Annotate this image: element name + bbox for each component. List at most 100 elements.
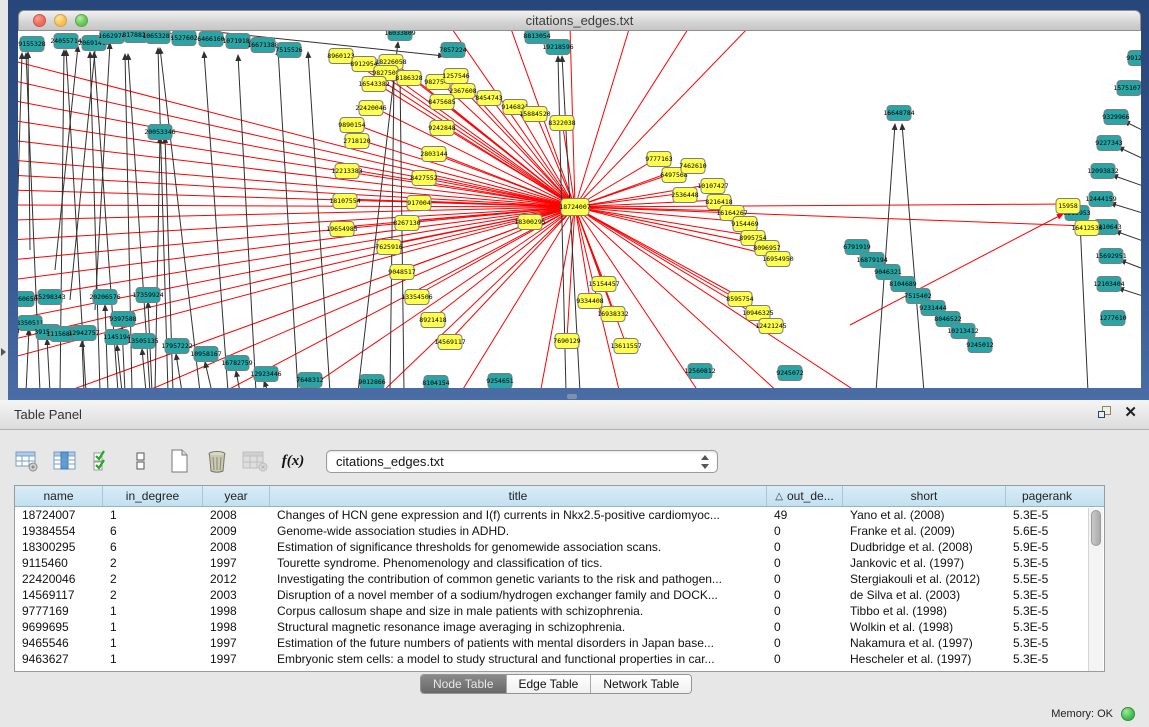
table-cell[interactable]: 1997: [203, 636, 270, 650]
splitter-handle[interactable]: [567, 394, 577, 399]
table-cell[interactable]: 5.3E-5: [1006, 636, 1088, 650]
network-node[interactable]: 2536448: [671, 188, 698, 203]
table-cell[interactable]: 6: [103, 524, 203, 538]
network-node[interactable]: 10213412: [947, 324, 978, 339]
column-header-pagerank[interactable]: pagerank: [1006, 486, 1088, 506]
network-node[interactable]: 7690129: [553, 334, 580, 349]
network-node[interactable]: 16938332: [597, 307, 628, 322]
table-source-dropdown[interactable]: citations_edges.txt: [326, 450, 718, 473]
network-node[interactable]: 10107427: [697, 179, 728, 194]
table-row[interactable]: 911546021997Tourette syndrome. Phenomeno…: [15, 555, 1104, 571]
column-header-out-de-[interactable]: △out_de...: [767, 486, 843, 506]
table-cell[interactable]: 9699695: [15, 620, 103, 634]
network-node[interactable]: 1527602: [170, 31, 197, 46]
delete-icon[interactable]: [204, 449, 230, 473]
network-node[interactable]: 20053346: [144, 125, 175, 140]
network-node[interactable]: 10958167: [190, 347, 221, 362]
network-node[interactable]: 9890154: [338, 118, 365, 133]
table-cell[interactable]: Tourette syndrome. Phenomenology and cla…: [270, 556, 767, 570]
network-node[interactable]: 7625916: [375, 240, 402, 255]
table-cell[interactable]: 1: [103, 508, 203, 522]
network-node[interactable]: 15692951: [1095, 249, 1126, 264]
network-node[interactable]: 8427552: [410, 171, 437, 186]
network-node[interactable]: 917004: [407, 196, 431, 211]
network-node[interactable]: 16671388: [247, 38, 278, 53]
network-node[interactable]: 7462610: [679, 159, 706, 174]
network-node[interactable]: 13505135: [127, 334, 158, 349]
memory-status-led-icon[interactable]: [1121, 707, 1135, 721]
network-node[interactable]: 12560812: [684, 364, 715, 379]
network-node[interactable]: 8475685: [428, 95, 455, 110]
network-node[interactable]: 15298343: [34, 290, 65, 305]
network-node[interactable]: 16954950: [762, 252, 793, 267]
table-cell[interactable]: 1997: [203, 556, 270, 570]
network-node[interactable]: 15154457: [588, 277, 619, 292]
network-node[interactable]: 9334408: [576, 294, 603, 309]
network-node[interactable]: 9397588: [109, 312, 136, 327]
node-table[interactable]: namein_degreeyeartitle△out_de...shortpag…: [14, 485, 1105, 672]
network-node-hub[interactable]: 18724007: [559, 199, 590, 216]
table-cell[interactable]: 2003: [203, 588, 270, 602]
column-header-in-degree[interactable]: in_degree: [103, 486, 203, 506]
table-cell[interactable]: 0: [767, 540, 843, 554]
table-cell[interactable]: Genome-wide association studies in ADHD.: [270, 524, 767, 538]
vertical-scrollbar[interactable]: [1088, 508, 1103, 672]
table-cell[interactable]: Franke et al. (2009): [843, 524, 1006, 538]
network-node[interactable]: 14569117: [434, 335, 465, 350]
table-cell[interactable]: 5.9E-5: [1006, 540, 1088, 554]
table-cell[interactable]: 5.6E-5: [1006, 524, 1088, 538]
network-node[interactable]: 8186328: [395, 71, 422, 86]
network-node[interactable]: 9242848: [428, 121, 455, 136]
network-node[interactable]: 9245072: [776, 366, 803, 381]
table-cell[interactable]: Corpus callosum shape and size in male p…: [270, 604, 767, 618]
rows-icon[interactable]: [128, 449, 154, 473]
close-panel-icon[interactable]: ✕: [1124, 405, 1137, 421]
network-node[interactable]: 1257546: [442, 69, 469, 84]
network-node[interactable]: 15751074: [1113, 81, 1141, 96]
network-node[interactable]: 15958: [1056, 199, 1080, 214]
network-node[interactable]: 12093832: [1087, 164, 1118, 179]
network-node[interactable]: 9777163: [645, 152, 672, 167]
network-node[interactable]: 1277610: [1099, 311, 1126, 326]
table-cell[interactable]: 2012: [203, 572, 270, 586]
network-node[interactable]: 9155328: [18, 37, 45, 52]
table-cell[interactable]: Tibbo et al. (1998): [843, 604, 1006, 618]
network-node[interactable]: 13611557: [610, 339, 641, 354]
table-cell[interactable]: 2008: [203, 508, 270, 522]
table-cell[interactable]: 0: [767, 604, 843, 618]
network-node[interactable]: 18300295: [514, 215, 545, 230]
table-cell[interactable]: Changes of HCN gene expression and I(f) …: [270, 508, 767, 522]
table-cell[interactable]: 5.3E-5: [1006, 556, 1088, 570]
table-row[interactable]: 1830029562008Estimation of significance …: [15, 539, 1104, 555]
table-cell[interactable]: 0: [767, 572, 843, 586]
network-node[interactable]: 9227343: [1095, 136, 1122, 151]
network-node[interactable]: 12213383: [331, 164, 362, 179]
network-node[interactable]: 18107554: [329, 194, 360, 209]
table-cell[interactable]: 22420046: [15, 572, 103, 586]
network-node[interactable]: 12421245: [755, 319, 786, 334]
table-cell[interactable]: 9777169: [15, 604, 103, 618]
table-cell[interactable]: 18300295: [15, 540, 103, 554]
network-node[interactable]: 7515526: [275, 43, 302, 58]
table-cell[interactable]: Jankovic et al. (1997): [843, 556, 1006, 570]
table-cell[interactable]: 0: [767, 556, 843, 570]
table-row[interactable]: 977716911998Corpus callosum shape and si…: [15, 603, 1104, 619]
collapse-panel-arrow-icon[interactable]: [1, 348, 6, 356]
network-node[interactable]: 12942757: [68, 326, 99, 341]
column-header-title[interactable]: title: [270, 486, 767, 506]
table-cell[interactable]: 2009: [203, 524, 270, 538]
table-cell[interactable]: Structural magnetic resonance image aver…: [270, 620, 767, 634]
table-cell[interactable]: 18724007: [15, 508, 103, 522]
network-node[interactable]: 8322038: [548, 116, 575, 131]
network-node[interactable]: 9154469: [731, 217, 758, 232]
table-row[interactable]: 1872400712008Changes of HCN gene express…: [15, 507, 1104, 523]
table-row[interactable]: 946362711997Embryonic stem cells: a mode…: [15, 651, 1104, 667]
network-node[interactable]: 16412530: [1071, 221, 1102, 236]
table-row[interactable]: 1938455462009Genome-wide association stu…: [15, 523, 1104, 539]
table-cell[interactable]: Nakamura et al. (1997): [843, 636, 1006, 650]
network-node[interactable]: 19218596: [542, 40, 573, 55]
column-header-name[interactable]: name: [15, 486, 103, 506]
table-body[interactable]: 1872400712008Changes of HCN gene express…: [15, 507, 1104, 667]
column-header-short[interactable]: short: [843, 486, 1006, 506]
network-node[interactable]: 8267130: [393, 216, 420, 231]
